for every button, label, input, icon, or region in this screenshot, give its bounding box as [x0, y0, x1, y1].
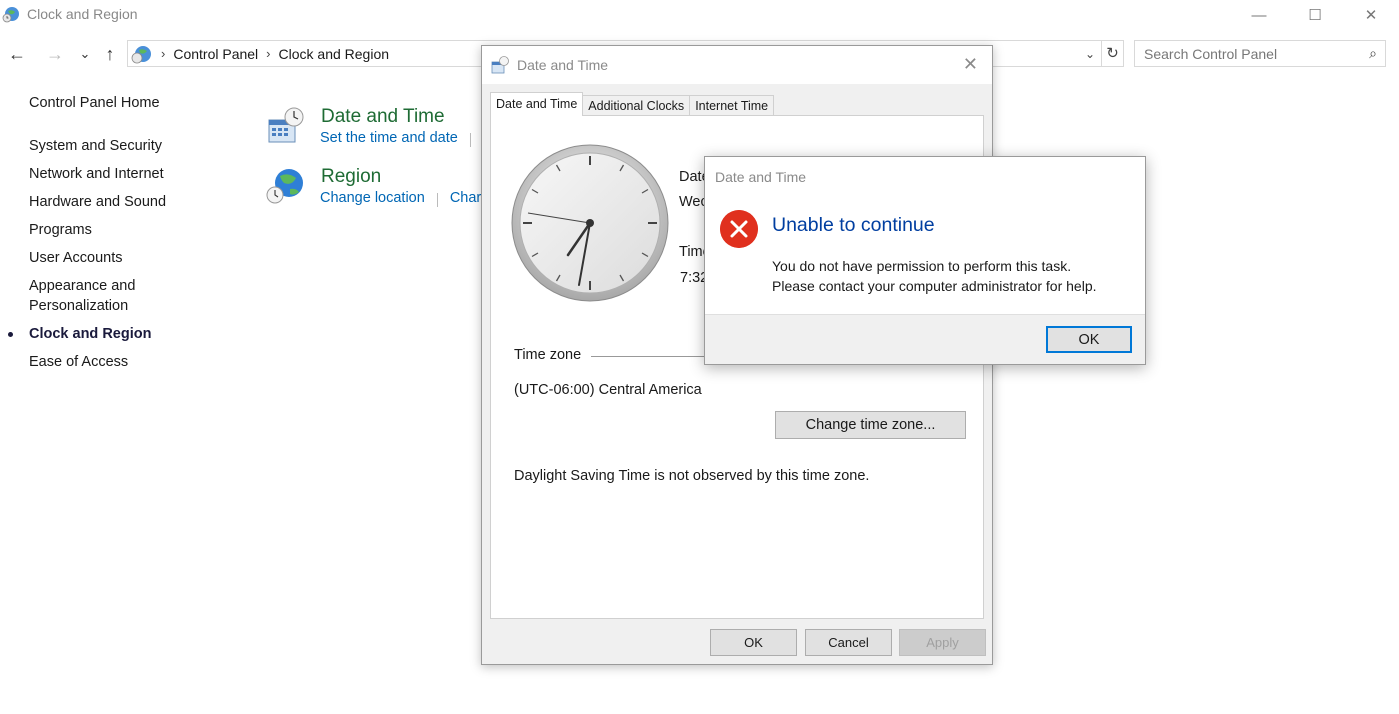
refresh-icon[interactable]: ↻	[1101, 41, 1123, 66]
error-message-line-1: You do not have permission to perform th…	[772, 258, 1072, 274]
dialog-tabs: Date and Time Additional Clocks Internet…	[490, 92, 775, 116]
change-time-zone-button[interactable]: Change time zone...	[775, 411, 966, 439]
dialog-title: Date and Time	[517, 57, 609, 73]
recent-locations-button[interactable]: ⌄	[73, 42, 97, 66]
error-ok-button[interactable]: OK	[1046, 326, 1132, 353]
breadcrumb-separator: ›	[266, 46, 271, 61]
tab-additional-clocks[interactable]: Additional Clocks	[582, 95, 691, 116]
tab-date-and-time[interactable]: Date and Time	[490, 92, 584, 116]
sidebar-item-label: Clock and Region	[29, 326, 152, 342]
tab-internet-time[interactable]: Internet Time	[689, 95, 775, 116]
cancel-button[interactable]: Cancel	[805, 629, 892, 656]
up-button[interactable]: ↑	[98, 42, 122, 66]
close-window-button[interactable]: ✕	[1343, 0, 1399, 30]
window-title: Clock and Region	[27, 6, 138, 22]
timezone-label: Time zone	[514, 347, 582, 363]
link-separator	[436, 193, 438, 207]
link-separator	[469, 133, 471, 147]
error-dialog-footer: OK	[705, 314, 1145, 364]
apply-button[interactable]: Apply	[899, 629, 986, 656]
sidebar-item-programs[interactable]: Programs	[0, 220, 220, 240]
region-globe-icon	[266, 169, 303, 204]
analog-clock-icon	[511, 144, 669, 302]
sidebar-item-system-and-security[interactable]: System and Security	[0, 136, 220, 156]
sidebar-control-panel-home[interactable]: Control Panel Home	[29, 95, 160, 111]
search-icon[interactable]: ⌕	[1369, 45, 1377, 62]
timezone-value: (UTC-06:00) Central America	[514, 382, 702, 398]
search-input[interactable]: Search Control Panel ⌕	[1134, 40, 1386, 67]
date-time-icon	[268, 107, 304, 143]
ok-button[interactable]: OK	[710, 629, 797, 656]
error-icon	[720, 210, 758, 248]
region-links: Change location Char	[320, 190, 481, 207]
back-button[interactable]: ←	[5, 42, 29, 66]
window-titlebar: Clock and Region — ☐ ✕	[0, 0, 1399, 30]
sidebar-item-clock-and-region[interactable]: Clock and Region	[0, 324, 220, 344]
sidebar-list: System and Security Network and Internet…	[0, 136, 220, 380]
active-bullet	[8, 332, 13, 337]
sidebar-item-user-accounts[interactable]: User Accounts	[0, 248, 220, 268]
change-location-link[interactable]: Change location	[320, 190, 425, 207]
error-heading: Unable to continue	[772, 214, 935, 236]
date-and-time-links: Set the time and date	[320, 130, 483, 147]
control-panel-icon	[2, 7, 19, 23]
error-message-line-2: Please contact your computer administrat…	[772, 278, 1097, 294]
sidebar-item-ease-of-access[interactable]: Ease of Access	[0, 352, 220, 372]
breadcrumb-clock-and-region[interactable]: Clock and Region	[279, 46, 390, 62]
date-time-icon	[491, 56, 509, 74]
error-dialog-title: Date and Time	[715, 169, 807, 185]
unable-to-continue-dialog: Date and Time Unable to continue You do …	[704, 156, 1146, 365]
minimize-button[interactable]: —	[1231, 0, 1287, 30]
control-panel-icon	[131, 45, 151, 63]
timezone-separator	[591, 356, 711, 357]
date-and-time-title[interactable]: Date and Time	[321, 106, 445, 128]
sidebar-item-network-and-internet[interactable]: Network and Internet	[0, 164, 220, 184]
dialog-close-icon[interactable]: ✕	[963, 54, 978, 75]
breadcrumb-control-panel[interactable]: Control Panel	[173, 46, 258, 62]
set-time-and-date-link[interactable]: Set the time and date	[320, 130, 458, 147]
dst-note: Daylight Saving Time is not observed by …	[514, 468, 870, 484]
search-placeholder: Search Control Panel	[1144, 46, 1278, 62]
sidebar-item-hardware-and-sound[interactable]: Hardware and Sound	[0, 192, 220, 212]
breadcrumb-separator: ›	[161, 46, 166, 61]
forward-button[interactable]: →	[43, 42, 67, 66]
region-title[interactable]: Region	[321, 166, 381, 188]
change-format-link[interactable]: Char	[450, 190, 481, 207]
maximize-button[interactable]: ☐	[1287, 0, 1343, 30]
dialog-titlebar: Date and Time ✕	[482, 46, 992, 84]
sidebar-item-appearance[interactable]: Appearance and Personalization	[0, 276, 150, 316]
address-dropdown-icon[interactable]: ⌄	[1079, 47, 1101, 61]
